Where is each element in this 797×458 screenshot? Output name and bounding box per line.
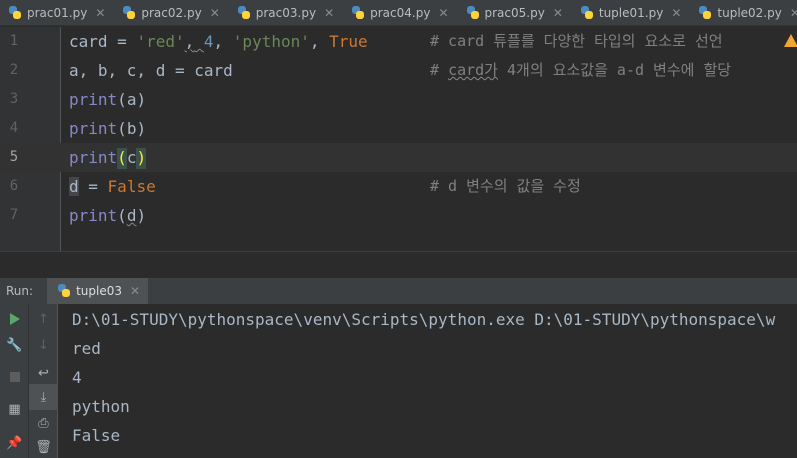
python-file-icon: [122, 6, 136, 20]
tab-tuple01[interactable]: tuple01.py ✕: [572, 0, 691, 25]
up-arrow-icon[interactable]: ↑: [29, 306, 58, 332]
tab-prac05[interactable]: prac05.py ✕: [458, 0, 572, 25]
code-text: print(c): [69, 148, 147, 169]
code-comment: # card 튜플를 다양한 타입의 요소로 선언: [430, 32, 723, 50]
tab-prac03[interactable]: prac03.py ✕: [229, 0, 343, 25]
close-icon[interactable]: ✕: [95, 6, 105, 20]
line-number: 5: [9, 149, 19, 165]
python-file-icon: [466, 6, 480, 20]
line-number: 2: [9, 62, 19, 78]
run-toolbar-secondary: ↑ ↓ ↩ ⤓ ⎙ 🗑: [29, 304, 58, 458]
python-file-icon: [580, 6, 594, 20]
line-number: 3: [9, 91, 19, 107]
layout-icon[interactable]: ▦: [0, 396, 29, 422]
code-line-4[interactable]: 4 print(b): [0, 114, 797, 143]
wrench-icon[interactable]: 🔧: [0, 332, 29, 358]
run-panel: 🔧 ▦ 📌 ↑ ↓ ↩ ⤓ ⎙ 🗑 D:\01-STUDY\pythonspac…: [0, 304, 797, 458]
close-icon[interactable]: ✕: [671, 6, 681, 20]
tab-tuple02[interactable]: tuple02.py ✕: [690, 0, 797, 25]
run-tab-label: tuple03: [76, 284, 122, 298]
warning-icon[interactable]: [784, 34, 797, 47]
tab-label: tuple02.py: [717, 6, 782, 20]
pin-icon[interactable]: 📌: [0, 430, 29, 456]
python-file-icon: [351, 6, 365, 20]
run-tab-tuple03[interactable]: tuple03 ✕: [47, 278, 149, 304]
code-line-6[interactable]: 6 d = False # d 변수의 값을 수정: [0, 172, 797, 201]
close-icon[interactable]: ✕: [130, 284, 140, 298]
line-number: 4: [9, 120, 19, 136]
console-line: False: [72, 426, 121, 445]
tab-label: tuple01.py: [598, 6, 664, 20]
trash-icon[interactable]: 🗑: [29, 434, 58, 458]
close-icon[interactable]: ✕: [210, 6, 220, 20]
panel-divider[interactable]: [0, 251, 797, 277]
code-text: d = False: [69, 177, 156, 196]
console-line: python: [72, 397, 130, 416]
tab-prac01[interactable]: prac01.py ✕: [0, 0, 114, 25]
tab-label: prac04.py: [370, 6, 431, 20]
console-output[interactable]: D:\01-STUDY\pythonspace\venv\Scripts\pyt…: [72, 304, 775, 449]
run-label: Run:: [6, 284, 34, 298]
code-line-1[interactable]: 1 card = 'red', 4, 'python', True # card…: [0, 27, 797, 56]
python-file-icon: [57, 284, 71, 298]
tab-label: prac03.py: [255, 6, 317, 20]
line-number: 6: [9, 178, 19, 194]
code-line-2[interactable]: 2 a, b, c, d = card # card가 4개의 요소값을 a-d…: [0, 56, 797, 85]
python-file-icon: [8, 6, 22, 20]
code-editor[interactable]: 1 card = 'red', 4, 'python', True # card…: [0, 27, 797, 251]
console-line: D:\01-STUDY\pythonspace\venv\Scripts\pyt…: [72, 310, 776, 329]
code-text: print(d): [69, 206, 147, 225]
line-number: 1: [9, 33, 19, 49]
run-panel-header: Run: tuple03 ✕: [0, 278, 797, 304]
tab-label: prac05.py: [484, 6, 545, 20]
soft-wrap-icon[interactable]: ↩: [29, 360, 58, 386]
code-comment: # card가 4개의 요소값을 a-d 변수에 할당: [430, 61, 732, 79]
tab-label: prac02.py: [141, 6, 202, 20]
close-icon[interactable]: ✕: [438, 6, 448, 20]
down-arrow-icon[interactable]: ↓: [29, 332, 58, 358]
tab-prac02[interactable]: prac02.py ✕: [114, 0, 228, 25]
code-text: print(a): [69, 90, 147, 109]
run-icon[interactable]: [0, 306, 29, 332]
python-file-icon: [237, 6, 251, 20]
python-file-icon: [698, 6, 712, 20]
tab-prac04[interactable]: prac04.py ✕: [343, 0, 457, 25]
stop-icon[interactable]: [0, 364, 29, 390]
console-line: 4: [72, 368, 82, 387]
code-line-5[interactable]: 5 print(c): [0, 143, 797, 172]
close-icon[interactable]: ✕: [553, 6, 563, 20]
code-text: a, b, c, d = card: [69, 61, 233, 80]
code-line-3[interactable]: 3 print(a): [0, 85, 797, 114]
editor-tab-bar: prac01.py ✕ prac02.py ✕ prac03.py ✕ prac04.…: [0, 0, 797, 26]
tab-label: prac01.py: [27, 6, 88, 20]
code-comment: # d 변수의 값을 수정: [430, 177, 581, 195]
scroll-to-end-icon[interactable]: ⤓: [29, 384, 58, 410]
code-text: print(b): [69, 119, 147, 138]
run-toolbar-primary: 🔧 ▦ 📌: [0, 304, 29, 458]
line-number: 7: [9, 207, 19, 223]
code-text: card = 'red', 4, 'python', True: [69, 32, 368, 51]
print-icon[interactable]: ⎙: [29, 410, 58, 436]
close-icon[interactable]: ✕: [790, 6, 797, 20]
console-line: red: [72, 339, 101, 358]
code-line-7[interactable]: 7 print(d): [0, 201, 797, 230]
close-icon[interactable]: ✕: [324, 6, 334, 20]
